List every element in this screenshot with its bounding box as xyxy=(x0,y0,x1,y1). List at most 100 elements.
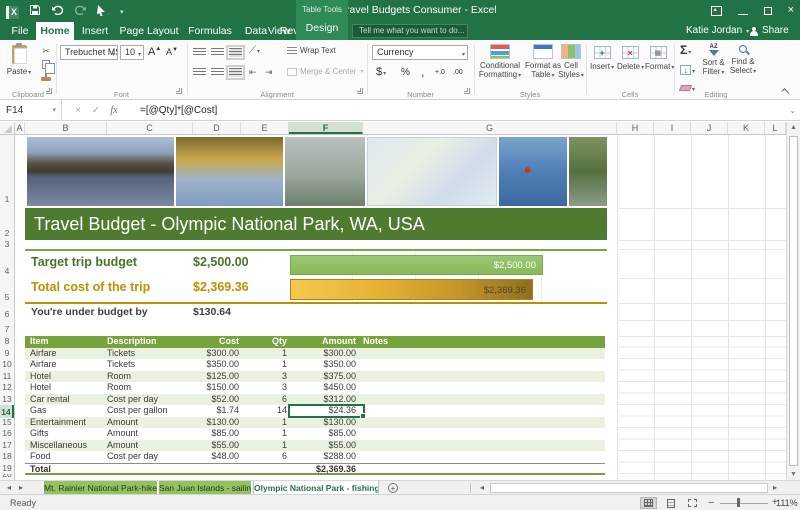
collapse-ribbon-icon[interactable] xyxy=(782,88,790,96)
photo-rapids-fishing[interactable] xyxy=(499,137,567,206)
sheet-title-banner[interactable]: Travel Budget - Olympic National Park, W… xyxy=(25,208,607,240)
find-select-button[interactable]: Find & Select xyxy=(729,44,757,77)
cell[interactable]: Car rental xyxy=(25,394,107,406)
cell[interactable]: Amount xyxy=(107,428,193,440)
comma-style-button[interactable]: , xyxy=(421,65,424,79)
name-box[interactable]: F14 xyxy=(0,100,62,121)
cell[interactable]: Cost per gallon xyxy=(107,405,193,417)
format-cells-button[interactable]: ▦ Format xyxy=(645,46,671,73)
cell[interactable]: $48.00 xyxy=(193,451,241,463)
cell[interactable] xyxy=(360,428,605,440)
cell[interactable] xyxy=(360,382,605,394)
tab-page-layout[interactable]: Page Layout xyxy=(116,22,182,40)
header-qty[interactable]: Qty xyxy=(241,336,289,348)
undo-icon[interactable] xyxy=(51,3,64,21)
table-row[interactable]: GiftsAmount$85.001$85.00 xyxy=(25,428,605,440)
cell[interactable]: 1 xyxy=(241,417,289,429)
cell[interactable]: 1 xyxy=(241,428,289,440)
col-header-k[interactable]: K xyxy=(728,122,765,134)
photo-autumn-river-fishing[interactable] xyxy=(176,137,283,206)
cell[interactable]: $55.00 xyxy=(289,440,360,452)
row-header-9[interactable]: 9 xyxy=(0,348,14,359)
conditional-formatting-button[interactable]: Conditional Formatting xyxy=(477,44,523,81)
cell[interactable]: $85.00 xyxy=(289,428,360,440)
sheet-tab-san-juan[interactable]: San Juan Islands - sailing xyxy=(159,481,252,495)
zoom-level[interactable]: 111% xyxy=(776,495,798,510)
target-budget-label[interactable]: Target trip budget xyxy=(31,255,137,269)
cell[interactable]: 6 xyxy=(241,451,289,463)
cell[interactable] xyxy=(360,405,605,417)
cell[interactable]: Airfare xyxy=(25,359,107,371)
row-header-8[interactable]: 8 xyxy=(0,335,14,347)
cancel-icon[interactable]: × xyxy=(70,100,86,121)
table-row[interactable]: MiscellaneousAmount$55.001$55.00 xyxy=(25,440,605,452)
col-header-d[interactable]: D xyxy=(193,122,241,134)
sheet-scroll-right-icon[interactable]: ▸ xyxy=(16,481,26,495)
touch-mode-icon[interactable] xyxy=(97,3,110,21)
tab-formulas[interactable]: Formulas xyxy=(184,22,236,40)
font-dialog-launcher-icon[interactable] xyxy=(176,88,182,94)
row-header-1[interactable]: 1 xyxy=(0,135,14,205)
middle-align-icon[interactable] xyxy=(211,48,224,57)
col-header-c[interactable]: C xyxy=(107,122,193,134)
photo-olympic-peninsula-map[interactable] xyxy=(367,137,497,206)
orientation-icon[interactable]: ⟋ xyxy=(249,45,260,56)
cell[interactable]: $52.00 xyxy=(193,394,241,406)
row-header-3[interactable]: 3 xyxy=(0,240,14,250)
row-header-5[interactable]: 5 xyxy=(0,278,14,303)
cell[interactable] xyxy=(360,440,605,452)
percent-style-button[interactable]: % xyxy=(401,67,410,78)
header-notes[interactable]: Notes xyxy=(360,336,605,348)
tab-view[interactable]: View xyxy=(262,22,296,40)
ribbon-display-options-icon[interactable] xyxy=(711,6,722,16)
normal-view-icon[interactable] xyxy=(640,497,657,509)
cell[interactable] xyxy=(360,394,605,406)
scroll-up-icon[interactable]: ▲ xyxy=(787,124,800,131)
redo-icon[interactable] xyxy=(74,3,87,21)
page-break-view-icon[interactable] xyxy=(684,497,701,509)
cell[interactable]: Tickets xyxy=(107,348,193,360)
bottom-align-icon[interactable] xyxy=(229,48,242,57)
sheet-scroll-left-icon[interactable]: ◂ xyxy=(4,481,14,495)
cell[interactable]: $55.00 xyxy=(193,440,241,452)
col-header-a[interactable]: A xyxy=(15,122,25,134)
col-header-b[interactable]: B xyxy=(25,122,107,134)
header-description[interactable]: Description xyxy=(107,336,193,348)
tab-insert[interactable]: Insert xyxy=(76,22,114,40)
table-header-row[interactable]: Item Description Cost Qty Amount Notes xyxy=(25,336,605,348)
header-amount[interactable]: Amount xyxy=(289,336,360,348)
under-budget-label[interactable]: You're under budget by xyxy=(31,306,148,318)
cell[interactable]: 3 xyxy=(241,382,289,394)
target-budget-value[interactable]: $2,500.00 xyxy=(193,255,249,269)
cell[interactable]: Food xyxy=(25,451,107,463)
row-header-2[interactable]: 2 xyxy=(0,208,14,239)
grow-font-button[interactable]: A▲ xyxy=(148,46,161,58)
accounting-format-button[interactable]: $ xyxy=(376,66,386,78)
fill-button[interactable]: ↓ xyxy=(680,60,695,78)
insert-function-icon[interactable]: fx xyxy=(106,100,122,121)
table-row[interactable]: AirfareTickets$350.001$350.00 xyxy=(25,359,605,371)
minimize-icon[interactable] xyxy=(738,7,748,15)
active-cell-outline[interactable] xyxy=(288,404,365,418)
row-header-11[interactable]: 11 xyxy=(0,371,14,382)
increase-indent-icon[interactable]: ⇥ xyxy=(265,67,273,78)
row-header-4[interactable]: 4 xyxy=(0,250,14,277)
close-icon[interactable]: × xyxy=(788,4,794,17)
customize-qat-icon[interactable]: ▾ xyxy=(120,8,124,16)
col-header-h[interactable]: H xyxy=(617,122,654,134)
scroll-down-icon[interactable]: ▼ xyxy=(787,471,800,478)
cell[interactable] xyxy=(360,348,605,360)
format-painter-button[interactable] xyxy=(38,75,54,88)
merge-center-button[interactable]: Merge & Center xyxy=(287,67,363,76)
cell-styles-button[interactable]: Cell Styles xyxy=(556,44,586,81)
select-all-corner[interactable] xyxy=(0,122,15,134)
cell[interactable]: 1 xyxy=(241,440,289,452)
row-header-6[interactable]: 6 xyxy=(0,303,14,320)
cell[interactable]: Cost per day xyxy=(107,394,193,406)
cell[interactable]: 14 xyxy=(241,405,289,417)
alignment-dialog-launcher-icon[interactable] xyxy=(357,88,363,94)
row-header-15[interactable]: 15 xyxy=(0,417,14,428)
zoom-slider-thumb[interactable] xyxy=(737,498,740,507)
cell[interactable] xyxy=(360,371,605,383)
cell[interactable]: Cost per day xyxy=(107,451,193,463)
